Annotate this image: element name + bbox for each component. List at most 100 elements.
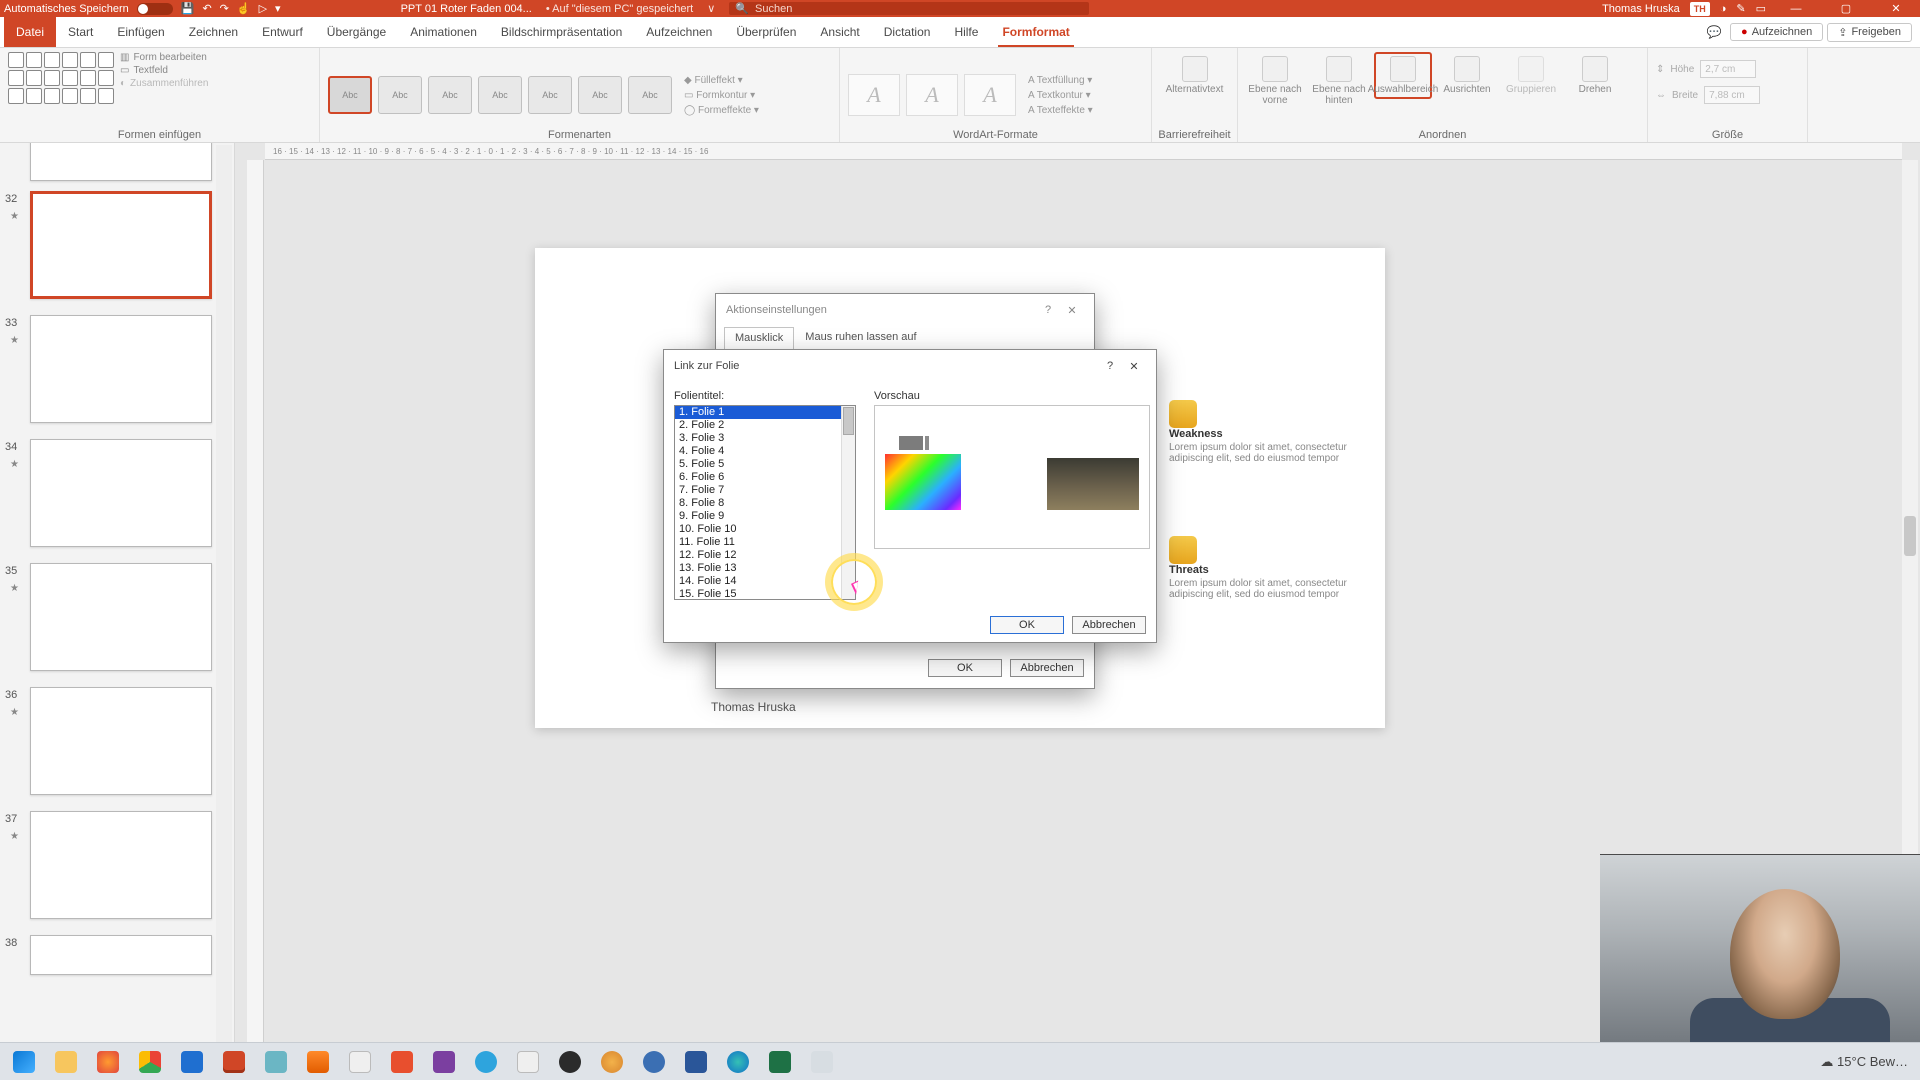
bring-forward-button[interactable]: Ebene nach vorne xyxy=(1246,52,1304,106)
selection-pane-button[interactable]: Auswahlbereich xyxy=(1374,52,1432,99)
app-icon[interactable] xyxy=(256,1047,296,1077)
word-icon[interactable] xyxy=(676,1047,716,1077)
tab-slideshow[interactable]: Bildschirmpräsentation xyxy=(489,17,634,47)
outlook-icon[interactable] xyxy=(172,1047,212,1077)
link-cancel-button[interactable]: Abbrechen xyxy=(1072,616,1146,634)
list-item[interactable]: 10. Folie 10 xyxy=(675,523,855,536)
list-item[interactable]: 9. Folie 9 xyxy=(675,510,855,523)
maximize-button[interactable]: ▢ xyxy=(1826,0,1866,17)
tab-transitions[interactable]: Übergänge xyxy=(315,17,398,47)
app-icon[interactable] xyxy=(340,1047,380,1077)
autosave-toggle[interactable] xyxy=(137,3,173,15)
app-icon[interactable] xyxy=(382,1047,422,1077)
tab-shapeformat[interactable]: Formformat xyxy=(990,17,1081,47)
thumb-31[interactable] xyxy=(30,143,212,181)
start-button[interactable] xyxy=(4,1047,44,1077)
list-item[interactable]: 14. Folie 14 xyxy=(675,575,855,588)
text-fill-button[interactable]: A Textfüllung ▾ xyxy=(1028,75,1093,86)
minimize-button[interactable]: — xyxy=(1776,0,1816,17)
close-button[interactable]: ✕ xyxy=(1876,0,1916,17)
tab-view[interactable]: Ansicht xyxy=(808,17,871,47)
undo-icon[interactable]: ↶ xyxy=(202,2,211,15)
thumbnail-pane[interactable]: 32★ 33★ 34★ 35★ 36★ 37★ 38 xyxy=(0,143,235,1053)
app-icon[interactable] xyxy=(802,1047,842,1077)
weather-widget[interactable]: ☁ 15°C Bew… xyxy=(1820,1054,1908,1070)
close-icon[interactable]: ✕ xyxy=(1060,300,1084,320)
slide-titles-listbox[interactable]: 1. Folie 1 2. Folie 2 3. Folie 3 4. Foli… xyxy=(674,405,856,600)
draw-icon[interactable]: ✎ xyxy=(1736,2,1745,15)
alttext-button[interactable]: Alternativtext xyxy=(1166,52,1224,95)
excel-icon[interactable] xyxy=(760,1047,800,1077)
link-ok-button[interactable]: OK xyxy=(990,616,1064,634)
thumb-37[interactable] xyxy=(30,811,212,919)
tab-review[interactable]: Überprüfen xyxy=(724,17,808,47)
qat-overflow-icon[interactable]: ▾ xyxy=(275,2,281,15)
shape-effects-button[interactable]: ◯ Formeffekte ▾ xyxy=(684,105,759,116)
comments-icon[interactable]: 💬 xyxy=(1702,21,1726,43)
edit-shape-button[interactable]: ▥ Form bearbeiten xyxy=(120,52,208,63)
list-item[interactable]: 7. Folie 7 xyxy=(675,484,855,497)
tab-mousehover[interactable]: Maus ruhen lassen auf xyxy=(794,326,927,350)
help-icon[interactable]: ? xyxy=(1036,300,1060,320)
onenote-icon[interactable] xyxy=(424,1047,464,1077)
tab-home[interactable]: Start xyxy=(56,17,105,47)
record-button[interactable]: ●Aufzeichnen xyxy=(1730,23,1823,41)
height-input[interactable] xyxy=(1700,60,1756,78)
save-icon[interactable]: 💾 xyxy=(181,2,195,15)
list-item[interactable]: 2. Folie 2 xyxy=(675,419,855,432)
tab-animations[interactable]: Animationen xyxy=(398,17,489,47)
wordart-gallery[interactable]: AAA xyxy=(848,74,1016,116)
group-button[interactable]: Gruppieren xyxy=(1502,52,1560,95)
list-item[interactable]: 12. Folie 12 xyxy=(675,549,855,562)
send-backward-button[interactable]: Ebene nach hinten xyxy=(1310,52,1368,106)
textbox-button[interactable]: ▭ Textfeld xyxy=(120,65,208,76)
powerpoint-icon[interactable] xyxy=(214,1047,254,1077)
align-button[interactable]: Ausrichten xyxy=(1438,52,1496,95)
coming-soon-icon[interactable]: ◑ xyxy=(1720,3,1727,15)
tab-insert[interactable]: Einfügen xyxy=(105,17,176,47)
list-item[interactable]: 11. Folie 11 xyxy=(675,536,855,549)
app-icon[interactable] xyxy=(634,1047,674,1077)
touch-icon[interactable]: ☝ xyxy=(237,2,251,15)
merge-shapes-button[interactable]: ◐ Zusammenführen xyxy=(120,78,208,89)
action-ok-button[interactable]: OK xyxy=(928,659,1002,677)
obs-icon[interactable] xyxy=(550,1047,590,1077)
tab-draw[interactable]: Zeichnen xyxy=(177,17,250,47)
list-item[interactable]: 3. Folie 3 xyxy=(675,432,855,445)
action-cancel-button[interactable]: Abbrechen xyxy=(1010,659,1084,677)
search-box[interactable]: 🔍 Suchen xyxy=(729,2,1089,15)
text-outline-button[interactable]: A Textkontur ▾ xyxy=(1028,90,1093,101)
window-icon[interactable]: ▭ xyxy=(1756,2,1766,15)
tab-record[interactable]: Aufzeichnen xyxy=(634,17,724,47)
telegram-icon[interactable] xyxy=(466,1047,506,1077)
width-input[interactable] xyxy=(1704,86,1760,104)
app-icon[interactable] xyxy=(592,1047,632,1077)
rotate-button[interactable]: Drehen xyxy=(1566,52,1624,95)
share-button[interactable]: ⇪Freigeben xyxy=(1827,23,1912,42)
list-item[interactable]: 13. Folie 13 xyxy=(675,562,855,575)
shape-fill-button[interactable]: ◆ Fülleffekt ▾ xyxy=(684,75,759,86)
chrome-icon[interactable] xyxy=(130,1047,170,1077)
tab-file[interactable]: Datei xyxy=(4,17,56,47)
vlc-icon[interactable] xyxy=(298,1047,338,1077)
explorer-icon[interactable] xyxy=(46,1047,86,1077)
thumb-scrollbar[interactable] xyxy=(216,145,232,1051)
help-icon[interactable]: ? xyxy=(1098,356,1122,376)
firefox-icon[interactable] xyxy=(88,1047,128,1077)
tab-help[interactable]: Hilfe xyxy=(942,17,990,47)
shape-gallery[interactable] xyxy=(8,52,114,104)
list-item[interactable]: 8. Folie 8 xyxy=(675,497,855,510)
redo-icon[interactable]: ↷ xyxy=(220,2,229,15)
list-item[interactable]: 5. Folie 5 xyxy=(675,458,855,471)
text-effects-button[interactable]: A Texteffekte ▾ xyxy=(1028,105,1093,116)
thumb-33[interactable] xyxy=(30,315,212,423)
thumb-36[interactable] xyxy=(30,687,212,795)
save-location-hint[interactable]: • Auf "diesem PC" gespeichert xyxy=(546,3,693,15)
shape-styles-gallery[interactable]: Abc Abc Abc Abc Abc Abc Abc xyxy=(328,76,672,114)
list-item[interactable]: 1. Folie 1 xyxy=(675,406,855,419)
tab-mouseclick[interactable]: Mausklick xyxy=(724,327,794,351)
thumb-38[interactable] xyxy=(30,935,212,975)
thumb-32[interactable] xyxy=(30,191,212,299)
user-name[interactable]: Thomas Hruska xyxy=(1602,3,1680,15)
list-item[interactable]: 15. Folie 15 xyxy=(675,588,855,600)
